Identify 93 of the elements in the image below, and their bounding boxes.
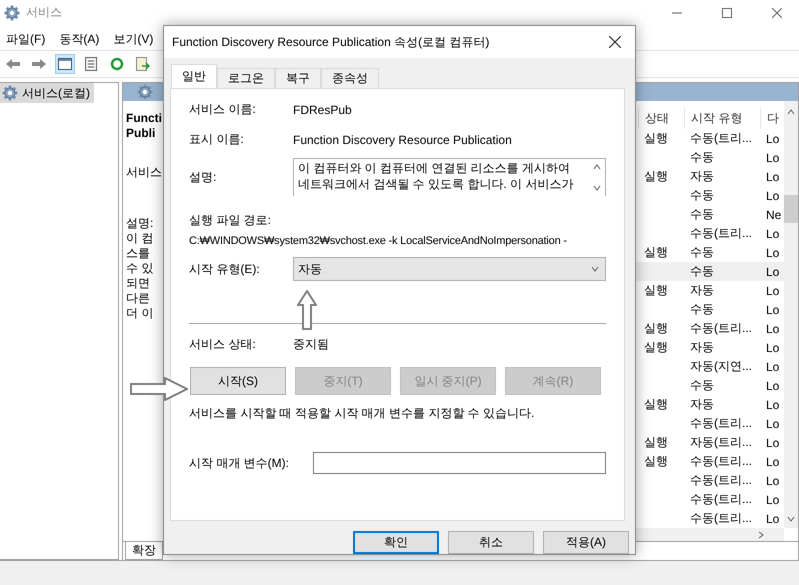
table-cell: 수동	[690, 244, 714, 261]
field-value: Function Discovery Resource Publication	[293, 132, 512, 147]
table-cell: Lo	[766, 474, 780, 488]
field-value: 중지됨	[293, 336, 329, 354]
detail-text: 스를	[126, 246, 150, 261]
table-cell: 자동	[690, 168, 714, 185]
table-cell: Lo	[766, 150, 780, 164]
table-cell: 수동	[690, 149, 714, 166]
tab[interactable]: 종속성	[321, 68, 379, 88]
table-cell: 실행	[644, 168, 668, 185]
detail-text: 서비스	[126, 165, 162, 180]
field-label: 서비스 이름:	[189, 101, 256, 118]
menu-item[interactable]: 동작(A)	[59, 30, 100, 48]
menu-item[interactable]: 파일(F)	[6, 30, 46, 48]
field-label: 시작 유형(E):	[189, 260, 260, 278]
table-cell: 실행	[644, 396, 668, 413]
table-cell: 수동(트리...	[690, 130, 752, 147]
table-cell: 자동(지연...	[690, 358, 752, 375]
field-label: 서비스 상태:	[189, 336, 256, 354]
table-cell: 실행	[644, 282, 668, 299]
dialog-button[interactable]: 적용(A)	[543, 531, 629, 554]
table-cell: 수동	[690, 301, 714, 318]
table-cell: Lo	[766, 360, 780, 374]
table-cell: Lo	[766, 264, 780, 278]
tree-item[interactable]: 서비스(로컬)	[0, 83, 94, 103]
view-tab[interactable]: 확장	[125, 542, 163, 560]
table-cell: Lo	[766, 302, 780, 316]
field-label: 실행 파일 경로:	[189, 212, 272, 230]
path-text: C:₩WINDOWS₩system32₩svchost.exe -k LocalServiceAndNoImpersonation -	[189, 235, 567, 248]
table-cell: Lo	[766, 378, 780, 392]
field-value: FDResPub	[293, 102, 352, 117]
table-cell: 수동(트리...	[690, 415, 752, 432]
detail-text: 되면	[126, 276, 150, 291]
field-label: 설명:	[189, 168, 216, 186]
table-cell: Lo	[766, 436, 780, 450]
table-cell: 수동(트리...	[690, 453, 752, 470]
dialog-title: Function Discovery Resource Publication 속성(로컬 컴퓨터)	[172, 34, 490, 50]
table-cell: 자동(트리...	[690, 434, 752, 451]
menu-item[interactable]: 보기(V)	[113, 30, 154, 48]
table-cell: 실행	[644, 434, 668, 451]
detail-text: 수 있	[126, 261, 154, 276]
hint-text: 서비스를 시작할 때 적용할 시작 매개 변수를 지정할 수 있습니다.	[189, 405, 534, 422]
table-cell: 실행	[644, 130, 668, 147]
table-cell: Lo	[766, 398, 780, 412]
table-cell: Lo	[766, 246, 780, 260]
table-cell: 실행	[644, 453, 668, 470]
table-cell: 수동(트리...	[690, 320, 752, 337]
tab[interactable]: 로그온	[217, 68, 275, 88]
table-cell: 수동(트리...	[690, 491, 752, 508]
column-header[interactable]: 시작 유형	[684, 107, 760, 129]
table-cell: Lo	[766, 188, 780, 202]
table-cell: Lo	[766, 284, 780, 298]
service-title: Functi	[126, 111, 162, 126]
table-cell: 수동	[690, 377, 714, 394]
table-cell: Lo	[766, 512, 780, 526]
tab[interactable]: 일반	[171, 64, 217, 88]
table-cell: Lo	[766, 416, 780, 430]
startup-type-dropdown[interactable]: 자동	[293, 257, 606, 282]
table-cell: Lo	[766, 170, 780, 184]
table-cell: 실행	[644, 320, 668, 337]
detail-text: 이 컴	[126, 231, 154, 246]
table-cell: Lo	[766, 454, 780, 468]
table-cell: Lo	[766, 340, 780, 354]
table-cell: Lo	[766, 226, 780, 240]
table-cell: 수동(트리...	[690, 472, 752, 489]
table-cell: Lo	[766, 322, 780, 336]
detail-text: 설명:	[126, 216, 154, 231]
field-label: 시작 매개 변수(M):	[189, 454, 289, 472]
detail-text: 다른	[126, 291, 150, 306]
field-label: 표시 이름:	[189, 131, 244, 148]
dialog-button[interactable]: 확인	[353, 531, 439, 554]
column-header[interactable]: 상태	[638, 107, 684, 129]
detail-text: 더 이	[126, 306, 154, 321]
service-title: Publi	[126, 126, 156, 141]
table-cell: Ne	[766, 208, 782, 222]
tab[interactable]: 복구	[275, 68, 321, 88]
window-title: 서비스	[26, 4, 63, 21]
table-cell: 실행	[644, 339, 668, 356]
service-control-button[interactable]: 시작(S)	[190, 367, 286, 396]
table-cell: 수동	[690, 263, 714, 280]
table-cell: Lo	[766, 492, 780, 506]
dialog-button[interactable]: 취소	[448, 531, 534, 554]
table-cell: 수동(트리...	[690, 510, 752, 527]
tree-item-label: 서비스(로컬)	[22, 84, 90, 102]
description-field[interactable]: 이 컴퓨터와 이 컴퓨터에 연결된 리소스를 게시하여 네트워크에서 검색될 수 있도록 합니다. 이 서비스가	[293, 158, 606, 196]
table-cell: 자동	[690, 396, 714, 413]
table-cell: 수동(트리...	[690, 225, 752, 242]
table-cell: Lo	[766, 132, 780, 146]
table-cell: 자동	[690, 282, 714, 299]
table-cell: 수동	[690, 206, 714, 223]
table-cell: 수동	[690, 187, 714, 204]
table-cell: 실행	[644, 244, 668, 261]
table-cell: 자동	[690, 339, 714, 356]
